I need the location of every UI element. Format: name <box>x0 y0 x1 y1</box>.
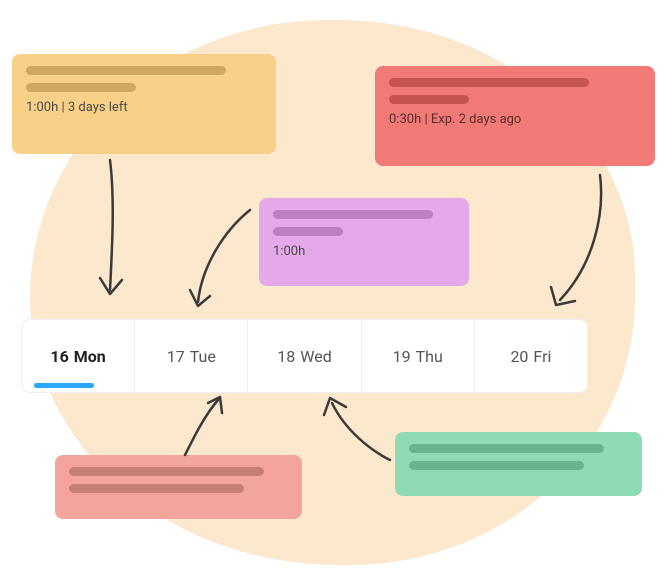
day-number: 16 <box>50 347 68 366</box>
placeholder-line <box>273 227 343 236</box>
task-card-red[interactable]: 0:30h | Exp. 2 days ago <box>375 66 655 166</box>
placeholder-line <box>273 210 433 219</box>
placeholder-line <box>26 83 136 92</box>
week-strip: 16 Mon 17 Tue 18 Wed 19 Thu 20 Fri <box>22 320 587 392</box>
day-number: 17 <box>167 347 185 366</box>
day-of-week: Wed <box>300 347 331 366</box>
day-cell-thu[interactable]: 19 Thu <box>362 320 475 392</box>
placeholder-line <box>69 484 244 493</box>
diagram-stage: 1:00h | 3 days left 0:30h | Exp. 2 days … <box>0 0 665 583</box>
day-cell-tue[interactable]: 17 Tue <box>135 320 248 392</box>
day-of-week: Thu <box>416 347 443 366</box>
task-card-green[interactable] <box>395 432 642 496</box>
day-number: 19 <box>393 347 411 366</box>
day-of-week: Mon <box>74 347 106 366</box>
task-card-orange[interactable]: 1:00h | 3 days left <box>12 54 276 154</box>
day-cell-fri[interactable]: 20 Fri <box>475 320 587 392</box>
day-of-week: Fri <box>533 347 551 366</box>
task-meta: 1:00h <box>273 244 455 259</box>
day-cell-mon[interactable]: 16 Mon <box>22 320 135 392</box>
day-number: 20 <box>510 347 528 366</box>
day-number: 18 <box>277 347 295 366</box>
selected-day-underline <box>34 383 94 388</box>
task-meta: 1:00h | 3 days left <box>26 100 262 115</box>
placeholder-line <box>389 95 469 104</box>
placeholder-line <box>409 444 604 453</box>
task-meta: 0:30h | Exp. 2 days ago <box>389 112 641 127</box>
day-cell-wed[interactable]: 18 Wed <box>248 320 361 392</box>
task-card-purple[interactable]: 1:00h <box>259 198 469 286</box>
task-card-pink[interactable] <box>55 455 302 519</box>
placeholder-line <box>69 467 264 476</box>
placeholder-line <box>389 78 589 87</box>
day-of-week: Tue <box>190 347 216 366</box>
placeholder-line <box>26 66 226 75</box>
placeholder-line <box>409 461 584 470</box>
